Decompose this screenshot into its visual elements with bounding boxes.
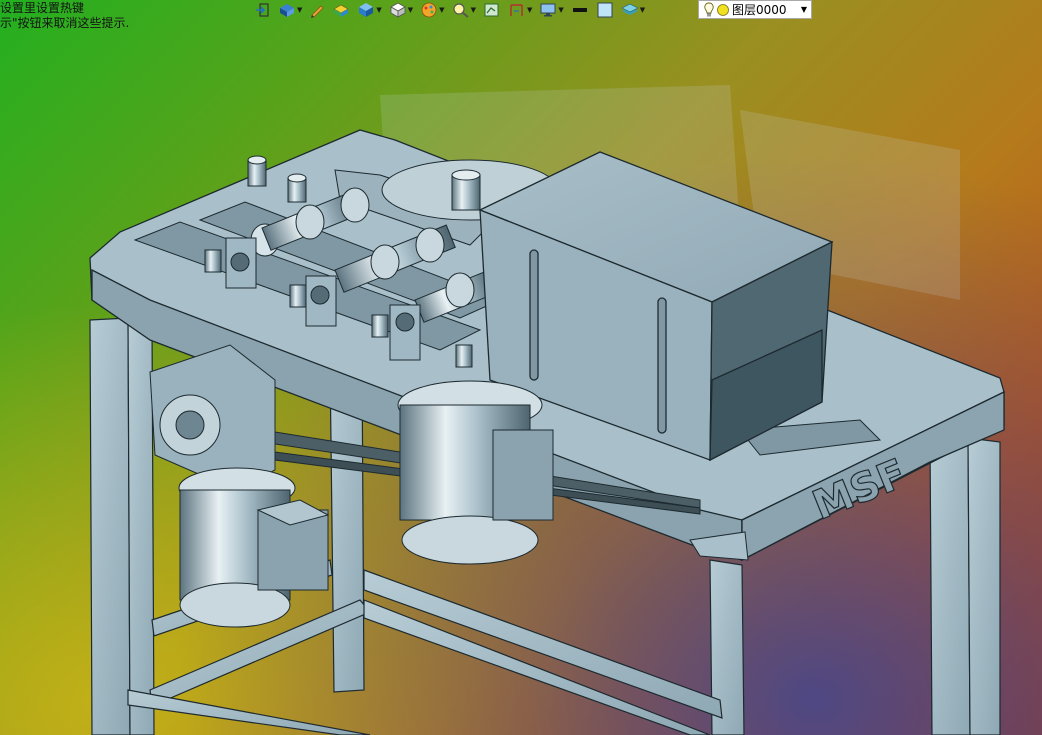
layer-name: 图层0000 [732, 3, 787, 17]
layers-icon [621, 3, 639, 15]
line-color-button[interactable] [569, 1, 591, 19]
monitor-button[interactable]: ▼ [537, 1, 565, 19]
appearance-button[interactable]: ▼ [418, 1, 446, 19]
section-view-icon [484, 3, 499, 17]
appearance-icon [421, 2, 437, 18]
cad-viewport[interactable]: MSF [0, 0, 1042, 735]
dropdown-caret-icon: ▼ [376, 6, 382, 14]
section-view-button[interactable] [481, 1, 503, 19]
hide-show-button[interactable]: ▼ [387, 1, 415, 19]
dropdown-caret-icon: ▼ [470, 6, 476, 14]
motor-center [397, 380, 554, 565]
display-style-icon [333, 4, 350, 17]
view-orientation-button[interactable]: ▼ [276, 1, 304, 19]
sketch-button[interactable] [307, 1, 327, 19]
chevron-down-icon[interactable]: ▼ [797, 5, 811, 14]
view-orientation-icon [280, 4, 294, 17]
hint-line-1: 设置里设置热键 [0, 1, 85, 15]
exit-icon [256, 3, 269, 17]
dropdown-caret-icon: ▼ [639, 6, 646, 14]
zoom-icon [452, 3, 469, 18]
fill-color-button[interactable] [594, 1, 616, 19]
zoom-button[interactable]: ▼ [450, 1, 478, 19]
dropdown-caret-icon: ▼ [526, 6, 533, 14]
dropdown-caret-icon: ▼ [297, 6, 303, 14]
line-color-icon [572, 8, 587, 12]
layers-button[interactable]: ▼ [619, 1, 647, 19]
hint-line-2: 示"按钮来取消这些提示. [0, 16, 130, 30]
shaded-button[interactable]: ▼ [355, 1, 383, 19]
lightbulb-icon [704, 2, 714, 16]
measure-icon [510, 4, 523, 16]
measure-button[interactable]: ▼ [506, 1, 534, 19]
exit-button[interactable] [253, 1, 273, 19]
view-toolbar: ▼ ▼ ▼ ▼ ▼ ▼ ▼ ▼ [253, 0, 647, 20]
monitor-icon [540, 3, 556, 17]
dropdown-caret-icon: ▼ [439, 6, 445, 14]
display-style-button[interactable] [330, 1, 352, 19]
pencil-icon [311, 5, 324, 18]
fill-color-icon [597, 2, 613, 18]
sun-icon [717, 3, 729, 16]
hide-show-icon [389, 2, 406, 18]
dropdown-caret-icon: ▼ [407, 6, 414, 14]
layer-select[interactable]: 图层0000 ▼ [698, 0, 812, 19]
dropdown-caret-icon: ▼ [558, 6, 564, 14]
cube-icon [359, 3, 374, 17]
